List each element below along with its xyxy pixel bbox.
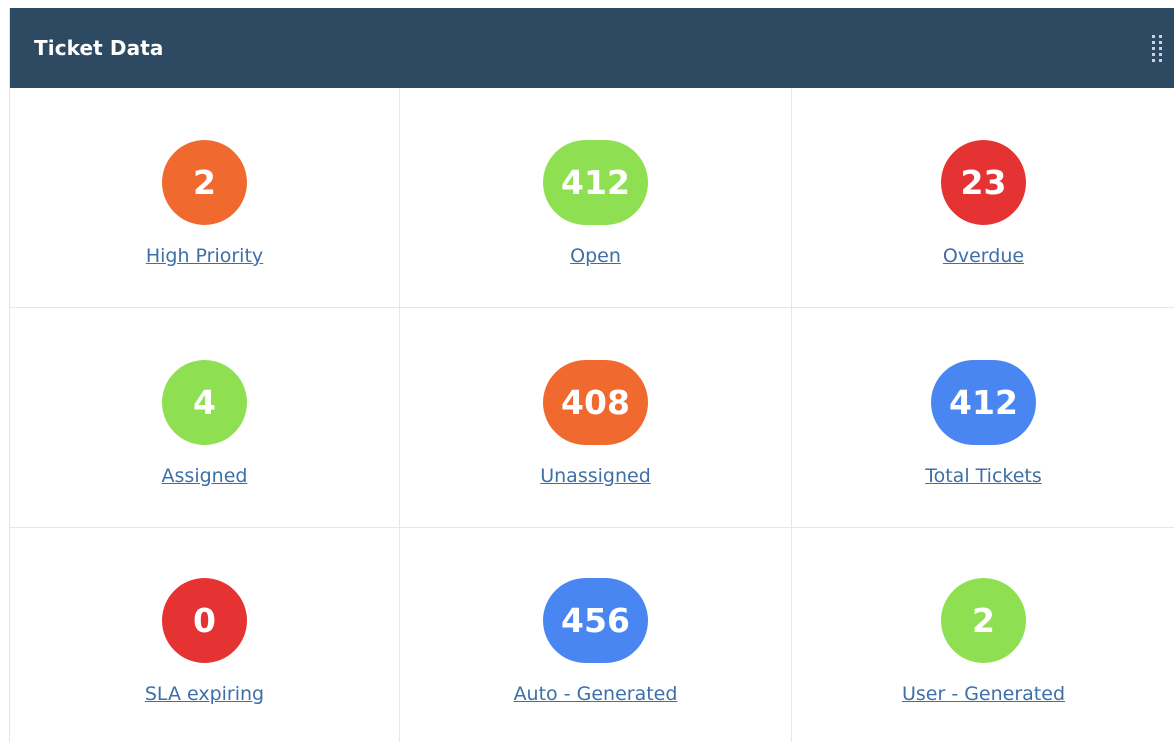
total-tickets-link[interactable]: Total Tickets <box>925 465 1042 487</box>
widget-header: Ticket Data <box>10 8 1174 88</box>
tile-assigned: 4 Assigned <box>10 308 400 528</box>
count-badge: 456 <box>543 578 648 663</box>
count-badge: 412 <box>543 140 648 225</box>
count-badge: 412 <box>931 360 1036 445</box>
auto-generated-link[interactable]: Auto - Generated <box>514 683 678 705</box>
count-badge: 408 <box>543 360 648 445</box>
count-badge: 2 <box>941 578 1026 663</box>
count-badge: 2 <box>162 140 247 225</box>
tile-auto-generated: 456 Auto - Generated <box>400 528 792 742</box>
tile-open: 412 Open <box>400 88 792 308</box>
tile-unassigned: 408 Unassigned <box>400 308 792 528</box>
tile-sla-expiring: 0 SLA expiring <box>10 528 400 742</box>
overdue-link[interactable]: Overdue <box>943 245 1024 267</box>
ticket-data-widget: Ticket Data 2 High Priority 412 Open 23 … <box>9 8 1174 742</box>
sla-expiring-link[interactable]: SLA expiring <box>145 683 264 705</box>
drag-handle-icon[interactable] <box>1140 8 1174 88</box>
count-badge: 0 <box>162 578 247 663</box>
open-link[interactable]: Open <box>570 245 621 267</box>
tile-overdue: 23 Overdue <box>792 88 1174 308</box>
count-badge: 4 <box>162 360 247 445</box>
tile-high-priority: 2 High Priority <box>10 88 400 308</box>
user-generated-link[interactable]: User - Generated <box>902 683 1065 705</box>
count-badge: 23 <box>941 140 1026 225</box>
tile-total-tickets: 412 Total Tickets <box>792 308 1174 528</box>
unassigned-link[interactable]: Unassigned <box>540 465 651 487</box>
assigned-link[interactable]: Assigned <box>162 465 248 487</box>
high-priority-link[interactable]: High Priority <box>146 245 263 267</box>
tile-user-generated: 2 User - Generated <box>792 528 1174 742</box>
ticket-stats-grid: 2 High Priority 412 Open 23 Overdue 4 As… <box>10 88 1174 742</box>
widget-title: Ticket Data <box>34 36 164 60</box>
